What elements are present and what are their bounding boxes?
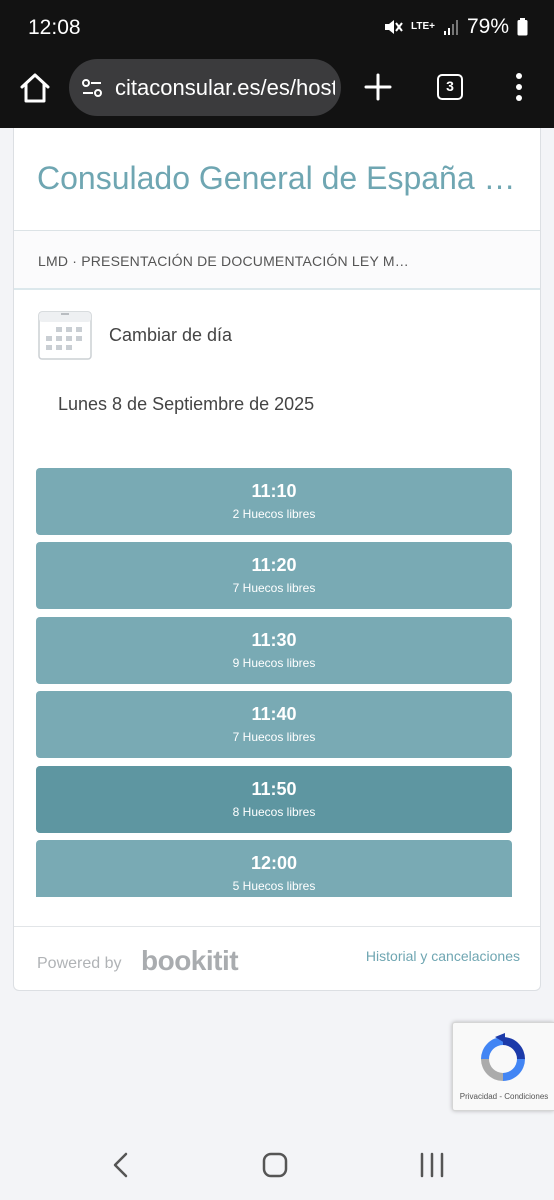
recaptcha-terms-link[interactable]: Condiciones (504, 1092, 548, 1101)
widget-footer: Powered by bookitit Historial y cancelac… (14, 926, 540, 990)
selected-date: Lunes 8 de Septiembre de 2025 (58, 394, 315, 414)
booking-widget: Consulado General de España en Buenos Ai… (13, 128, 541, 991)
battery-icon (517, 18, 528, 36)
page-title: Consulado General de España en Buenos Ai… (37, 160, 527, 196)
bookitit-logo[interactable]: bookitit (141, 945, 239, 977)
app-root: 12:08 LTE+ 79% citaconsular.es/es/host 3… (0, 0, 554, 1200)
slot-time: 11:10 (251, 481, 297, 501)
recaptcha-badge[interactable]: Privacidad - Condiciones (452, 1022, 554, 1111)
history-cancellations-link[interactable]: Historial y cancelaciones (366, 948, 520, 964)
slot-availability: 7 Huecos libres (232, 730, 316, 744)
signal-icon (443, 20, 458, 35)
slot-time: 11:20 (251, 555, 297, 575)
time-slot[interactable]: 11:40 7 Huecos libres (36, 691, 512, 758)
network-type: LTE+ (410, 21, 435, 32)
muted-speaker-icon (384, 20, 403, 34)
change-day-link[interactable]: Cambiar de día (109, 325, 232, 346)
new-tab-icon[interactable] (362, 71, 394, 103)
recaptcha-separator: - (499, 1092, 502, 1101)
battery-level: 79% (466, 15, 509, 38)
recaptcha-privacy-link[interactable]: Privacidad (460, 1092, 497, 1101)
service-header: LMD · PRESENTACIÓN DE DOCUMENTACIÓN LEY … (14, 230, 540, 290)
home-nav-icon[interactable] (262, 1152, 288, 1178)
more-menu-icon[interactable] (508, 71, 530, 103)
powered-by-text: Powered by (37, 955, 122, 972)
status-bar: 12:08 LTE+ 79% (0, 0, 554, 56)
service-name: LMD · PRESENTACIÓN DE DOCUMENTACIÓN LEY … (38, 253, 418, 269)
url-text[interactable]: citaconsular.es/es/hosteds/widgetdefault (115, 75, 335, 101)
time-slot-list[interactable]: 11:10 2 Huecos libres 11:20 7 Huecos lib… (36, 468, 512, 897)
browser-toolbar: citaconsular.es/es/hosteds/widgetdefault… (0, 56, 554, 128)
tab-switcher-button[interactable]: 3 (437, 74, 463, 100)
recaptcha-links: Privacidad - Condiciones (453, 1092, 554, 1101)
system-nav-bar (0, 1130, 554, 1200)
slot-availability: 5 Huecos libres (232, 879, 316, 893)
slot-time: 11:40 (251, 704, 297, 724)
time-slot[interactable]: 11:20 7 Huecos libres (36, 542, 512, 609)
slot-time: 12:00 (250, 853, 298, 873)
calendar-icon[interactable] (38, 310, 92, 360)
site-settings-icon[interactable] (81, 77, 103, 99)
slot-availability: 9 Huecos libres (232, 656, 316, 670)
recaptcha-icon (481, 1033, 525, 1081)
status-time: 12:08 (28, 16, 81, 39)
slot-availability: 8 Huecos libres (232, 805, 316, 819)
time-slot[interactable]: 11:30 9 Huecos libres (36, 617, 512, 684)
recent-apps-icon[interactable] (418, 1152, 446, 1178)
slot-time: 11:50 (251, 779, 297, 799)
status-icons: LTE+ 79% (383, 15, 528, 39)
time-slot[interactable]: 11:10 2 Huecos libres (36, 468, 512, 535)
time-slot-selected[interactable]: 11:50 8 Huecos libres (36, 766, 512, 833)
slot-availability: 7 Huecos libres (232, 581, 316, 595)
slot-time: 11:30 (251, 630, 297, 650)
home-icon[interactable] (18, 71, 52, 105)
slot-availability: 2 Huecos libres (232, 507, 316, 521)
address-bar[interactable]: citaconsular.es/es/hosteds/widgetdefault (69, 59, 341, 116)
back-icon[interactable] (106, 1150, 136, 1180)
time-slot[interactable]: 12:00 5 Huecos libres (36, 840, 512, 897)
